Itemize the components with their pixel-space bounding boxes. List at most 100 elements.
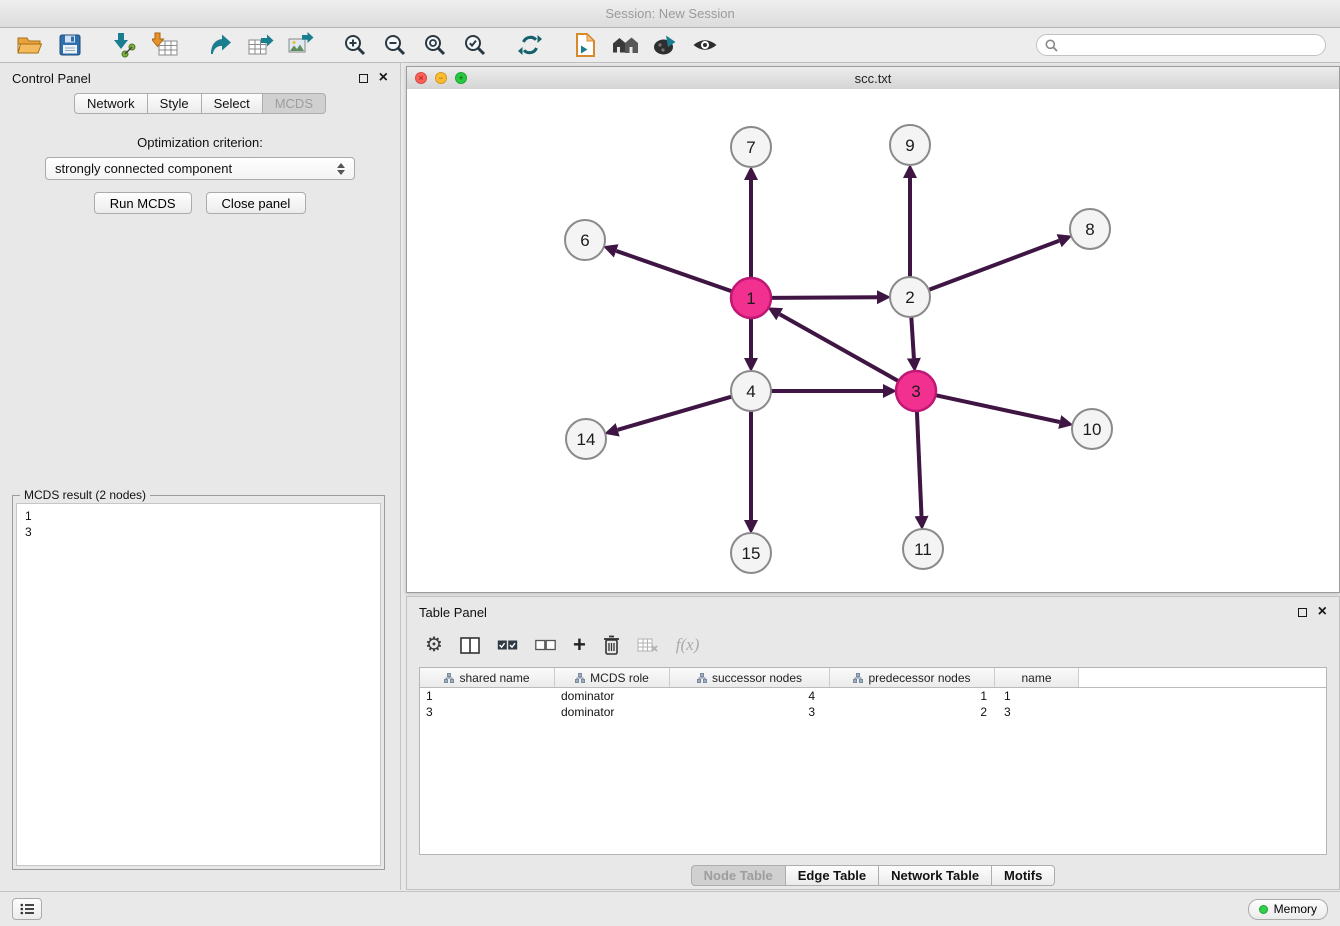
cell-successor-nodes[interactable]: 4 [670, 688, 830, 704]
export-table-button[interactable] [240, 30, 280, 60]
delete-table-button[interactable] [637, 631, 659, 659]
open-session-button[interactable] [10, 30, 50, 60]
table-panel-float-button[interactable] [1298, 608, 1307, 617]
zoom-fit-button[interactable] [415, 30, 455, 60]
delete-column-button[interactable] [603, 631, 620, 659]
graph-edge-3-11[interactable] [917, 411, 922, 516]
tab-network-table[interactable]: Network Table [879, 865, 992, 886]
save-session-button[interactable] [50, 30, 90, 60]
graph-node-label-14: 14 [577, 430, 596, 449]
add-column-button[interactable]: + [573, 631, 586, 659]
column-type-icon [444, 673, 454, 683]
column-header-name[interactable]: name [995, 668, 1079, 687]
show-columns-button[interactable] [460, 631, 480, 659]
network-file-button[interactable] [565, 30, 605, 60]
optimization-criterion-value: strongly connected component [55, 161, 232, 176]
control-panel-float-button[interactable] [359, 74, 368, 83]
column-header-predecessor-nodes[interactable]: predecessor nodes [830, 668, 995, 687]
import-table-button[interactable] [145, 30, 185, 60]
graph-edge-3-10[interactable] [936, 395, 1060, 422]
houses-icon [612, 34, 639, 56]
export-image-button[interactable] [280, 30, 320, 60]
cell-shared-name[interactable]: 1 [420, 688, 555, 704]
import-network-icon [112, 32, 138, 58]
cell-mcds-role[interactable]: dominator [555, 688, 670, 704]
zoom-out-button[interactable] [375, 30, 415, 60]
tab-edge-table[interactable]: Edge Table [786, 865, 879, 886]
column-header-successor-nodes[interactable]: successor nodes [670, 668, 830, 687]
column-header-shared-name[interactable]: shared name [420, 668, 555, 687]
close-panel-button[interactable]: Close panel [206, 192, 307, 214]
search-box[interactable] [1036, 34, 1326, 56]
zoom-fit-icon [423, 33, 447, 57]
cell-mcds-role[interactable]: dominator [555, 704, 670, 720]
function-builder-button[interactable]: f(x) [676, 631, 700, 659]
table-row[interactable]: 1 dominator 4 1 1 [420, 688, 1326, 704]
graph-node-label-11: 11 [914, 540, 932, 559]
zoom-selected-icon [463, 33, 487, 57]
export-image-icon [287, 32, 314, 58]
mcds-result-list[interactable]: 1 3 [16, 503, 381, 866]
network-canvas[interactable]: 7968124314101511 [407, 89, 1339, 592]
graph-edge-3-1[interactable] [780, 314, 899, 381]
graph-edge-1-6[interactable] [616, 251, 732, 292]
refresh-layout-button[interactable] [510, 30, 550, 60]
network-window-titlebar[interactable]: × − + scc.txt [407, 67, 1339, 90]
column-header-mcds-role[interactable]: MCDS role [555, 668, 670, 687]
cell-name[interactable]: 1 [995, 688, 1079, 704]
style-brush-button[interactable] [645, 30, 685, 60]
tab-node-table[interactable]: Node Table [691, 865, 786, 886]
zoom-in-button[interactable] [335, 30, 375, 60]
window-close-button[interactable]: × [415, 72, 427, 84]
network-graph[interactable]: 7968124314101511 [407, 89, 1339, 592]
network-window: × − + scc.txt 7968124314101511 [406, 66, 1340, 593]
export-network-button[interactable] [200, 30, 240, 60]
import-network-button[interactable] [105, 30, 145, 60]
tab-motifs[interactable]: Motifs [992, 865, 1055, 886]
tab-network[interactable]: Network [74, 93, 148, 114]
column-type-icon [853, 673, 863, 683]
window-maximize-button[interactable]: + [455, 72, 467, 84]
graph-edge-1-2[interactable] [771, 297, 877, 298]
table-panel-title: Table Panel [419, 605, 487, 620]
traffic-lights: × − + [415, 72, 467, 84]
graph-node-label-3: 3 [911, 382, 920, 401]
mcds-result-item: 1 [25, 508, 372, 524]
table-panel-header: Table Panel × [407, 597, 1339, 627]
optimization-criterion-label: Optimization criterion: [0, 135, 400, 150]
cell-name[interactable]: 3 [995, 704, 1079, 720]
tab-select[interactable]: Select [202, 93, 263, 114]
eye-button[interactable] [685, 30, 725, 60]
search-input[interactable] [1063, 37, 1317, 53]
graph-edge-4-14[interactable] [618, 397, 732, 430]
column-type-icon [575, 673, 585, 683]
table-delete-icon [637, 637, 659, 653]
cell-predecessor-nodes[interactable]: 1 [830, 688, 995, 704]
window-minimize-button[interactable]: − [435, 72, 447, 84]
columns-icon [460, 637, 480, 654]
run-mcds-button[interactable]: Run MCDS [94, 192, 192, 214]
memory-button[interactable]: Memory [1248, 899, 1328, 920]
task-history-button[interactable] [12, 898, 42, 920]
graph-edge-2-8[interactable] [929, 241, 1059, 290]
table-row[interactable]: 3 dominator 3 2 3 [420, 704, 1326, 720]
gear-icon: ⚙ [425, 635, 443, 655]
deselect-all-rows-button[interactable] [535, 631, 556, 659]
zoom-selected-button[interactable] [455, 30, 495, 60]
tab-mcds[interactable]: MCDS [263, 93, 326, 114]
table-panel-close-button[interactable]: × [1318, 606, 1327, 618]
control-panel-close-button[interactable]: × [379, 72, 388, 84]
tab-style[interactable]: Style [148, 93, 202, 114]
graph-edge-2-3[interactable] [911, 317, 914, 358]
refresh-icon [518, 33, 542, 57]
table-settings-button[interactable]: ⚙ [425, 631, 443, 659]
houses-button[interactable] [605, 30, 645, 60]
optimization-criterion-select[interactable]: strongly connected component [45, 157, 355, 180]
select-all-rows-button[interactable] [497, 631, 518, 659]
cell-successor-nodes[interactable]: 3 [670, 704, 830, 720]
cell-shared-name[interactable]: 3 [420, 704, 555, 720]
search-icon [1045, 39, 1058, 52]
cell-predecessor-nodes[interactable]: 2 [830, 704, 995, 720]
graph-node-label-10: 10 [1083, 420, 1102, 439]
network-window-title: scc.txt [855, 71, 892, 86]
